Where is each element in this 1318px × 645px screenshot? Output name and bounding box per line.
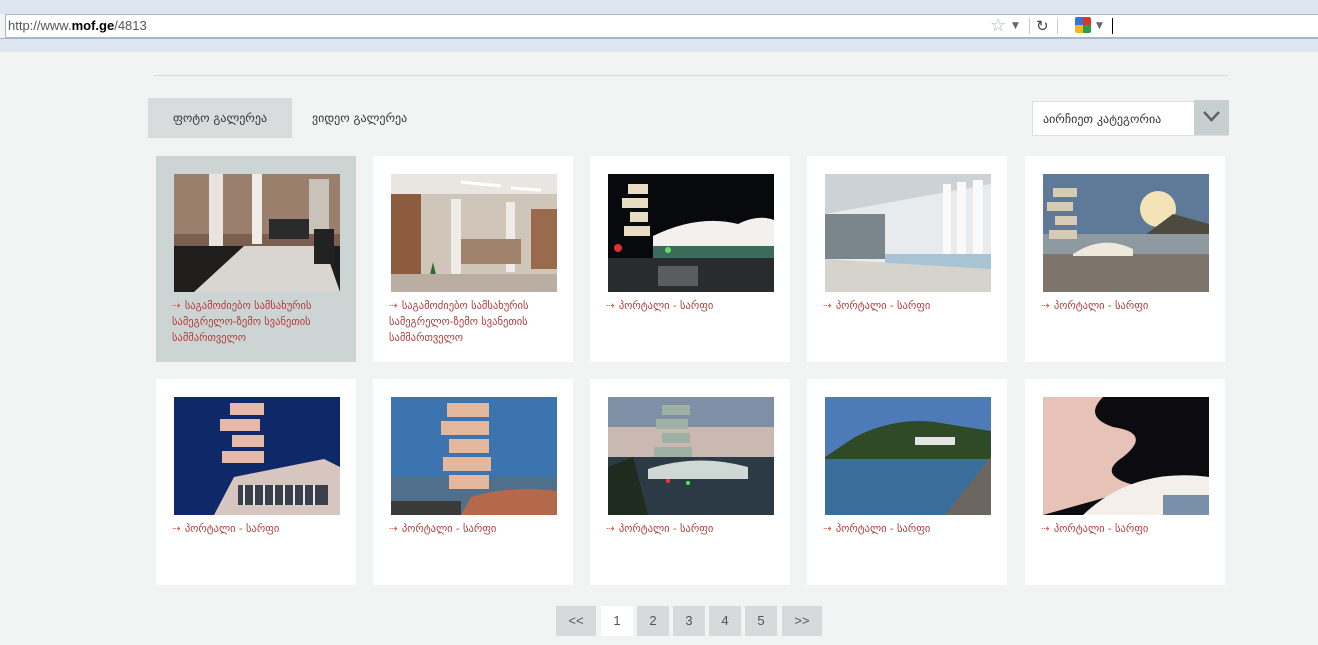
- gallery-thumbnail-coastline[interactable]: [825, 397, 991, 515]
- gallery-item-caption[interactable]: ⇢ პორტალი - სარფი: [172, 521, 344, 537]
- pagination-next[interactable]: >>: [782, 606, 822, 636]
- gallery-item-caption[interactable]: ⇢ პორტალი - სარფი: [823, 298, 995, 314]
- gallery-item-caption[interactable]: ⇢ პორტალი - სარფი: [606, 298, 778, 314]
- divider: [153, 75, 1228, 76]
- gallery-thumbnail-office-lobby[interactable]: [174, 174, 340, 292]
- gallery-item-caption[interactable]: ⇢ პორტალი - სარფი: [1041, 298, 1213, 314]
- category-dropdown-button[interactable]: [1194, 100, 1229, 135]
- reload-icon[interactable]: ↻: [1036, 16, 1049, 36]
- gallery-item-caption[interactable]: ⇢ საგამოძიებო სამსახურის სამეგრელო-ზემო ს…: [172, 298, 344, 346]
- chevron-down-icon: [1203, 111, 1220, 122]
- gallery-item[interactable]: ⇢ საგამოძიებო სამსახურის სამეგრელო-ზემო ს…: [156, 156, 356, 362]
- gallery-thumbnail-tower-night-blue[interactable]: [174, 397, 340, 515]
- gallery-thumbnail-office-hall[interactable]: [391, 174, 557, 292]
- gallery-item[interactable]: ⇢ საგამოძიებო სამსახურის სამეგრელო-ზემო ს…: [373, 156, 573, 362]
- tab-video-gallery[interactable]: ვიდეო გალერეა: [292, 98, 432, 138]
- pagination-prev[interactable]: <<: [556, 606, 596, 636]
- search-engine-icon[interactable]: [1075, 17, 1091, 33]
- address-bar[interactable]: http://www.mof.ge/4813 ☆ ▼ ↻ ▼: [5, 14, 1318, 38]
- url-text[interactable]: http://www.mof.ge/4813: [8, 18, 147, 33]
- browser-toolbar: [0, 0, 1318, 14]
- gallery-item[interactable]: ⇢ პორტალი - სარფი: [807, 379, 1007, 585]
- search-input[interactable]: [1112, 18, 1113, 34]
- gallery-item[interactable]: ⇢ პორტალი - სარფი: [156, 379, 356, 585]
- chevron-down-icon[interactable]: ▼: [1012, 21, 1019, 31]
- divider: [1057, 18, 1058, 34]
- gallery-item[interactable]: ⇢ პორტალი - სარფი: [1025, 156, 1225, 362]
- gallery-thumbnail-night-building[interactable]: [608, 174, 774, 292]
- gallery-thumbnail-tower-sunset[interactable]: [608, 397, 774, 515]
- pagination-page-2[interactable]: 2: [637, 606, 669, 636]
- gallery-item[interactable]: ⇢ პორტალი - სარფი: [1025, 379, 1225, 585]
- pagination-page-4[interactable]: 4: [709, 606, 741, 636]
- gallery-thumbnail-tower-dusk[interactable]: [391, 397, 557, 515]
- gallery-item[interactable]: ⇢ პორტალი - სარფი: [807, 156, 1007, 362]
- gallery-thumbnail-tower-closeup[interactable]: [1043, 397, 1209, 515]
- pagination-page-1[interactable]: 1: [601, 606, 633, 636]
- chevron-down-icon[interactable]: ▼: [1096, 21, 1103, 31]
- gallery-item-caption[interactable]: ⇢ პორტალი - სარფი: [823, 521, 995, 537]
- gallery-item-caption[interactable]: ⇢ პორტალი - სარფი: [389, 521, 561, 537]
- pagination-page-5[interactable]: 5: [745, 606, 777, 636]
- gallery-item-caption[interactable]: ⇢ საგამოძიებო სამსახურის სამეგრელო-ზემო ს…: [389, 298, 561, 346]
- gallery-item[interactable]: ⇢ პორტალი - სარფი: [590, 379, 790, 585]
- gallery-thumbnail-canopy-sea[interactable]: [825, 174, 991, 292]
- pagination-page-3[interactable]: 3: [673, 606, 705, 636]
- tab-photo-gallery[interactable]: ფოტო გალერეა: [148, 98, 292, 138]
- gallery-item[interactable]: ⇢ პორტალი - სარფი: [590, 156, 790, 362]
- category-select-label: აირჩიეთ კატეგორია: [1043, 112, 1162, 126]
- gallery-item-caption[interactable]: ⇢ პორტალი - სარფი: [606, 521, 778, 537]
- bookmark-star-icon[interactable]: ☆: [990, 16, 1006, 36]
- divider: [1029, 18, 1030, 34]
- gallery-item-caption[interactable]: ⇢ პორტალი - სარფი: [1041, 521, 1213, 537]
- browser-toolbar-bottom: [0, 38, 1318, 52]
- gallery-item[interactable]: ⇢ პორტალი - სარფი: [373, 379, 573, 585]
- gallery-thumbnail-tower-coast[interactable]: [1043, 174, 1209, 292]
